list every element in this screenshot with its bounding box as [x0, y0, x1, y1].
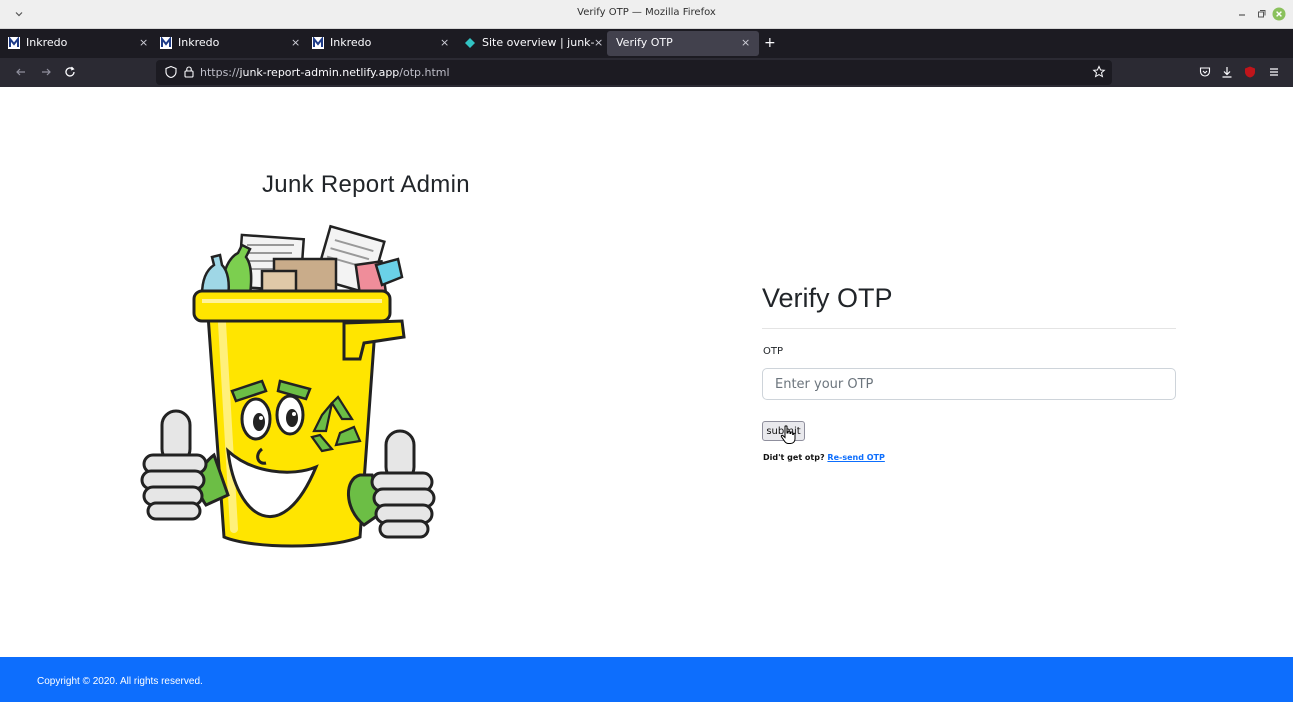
tab-label: Site overview | junk-rep [482, 36, 594, 49]
tab-close-icon[interactable]: × [741, 36, 750, 49]
resend-otp-line: Did't get otp? Re-send OTP [763, 453, 885, 462]
page-content: Junk Report Admin Verify OTP OTP Enter y… [0, 87, 1293, 702]
bookmark-star-icon[interactable] [1092, 65, 1106, 79]
tab-label: Inkredo [178, 36, 220, 49]
tab-label: Verify OTP [616, 36, 673, 49]
tab-close-icon[interactable]: × [291, 36, 300, 49]
resend-prompt: Did't get otp? [763, 453, 825, 462]
pocket-icon[interactable] [1198, 65, 1212, 79]
copyright-text: Copyright © 2020. All rights reserved. [37, 676, 203, 687]
tab-inkredo-2[interactable]: Inkredo × [152, 29, 304, 58]
hand-cursor-icon [780, 425, 796, 444]
tab-close-icon[interactable]: × [440, 36, 449, 49]
shield-icon[interactable] [164, 65, 178, 79]
tab-verify-otp[interactable]: Verify OTP × [607, 31, 759, 56]
nav-bar: https://junk-report-admin.netlify.app/ot… [0, 58, 1293, 87]
url-bar[interactable]: https://junk-report-admin.netlify.app/ot… [156, 60, 1112, 85]
url-scheme: https:// [200, 66, 240, 79]
otp-input[interactable] [762, 368, 1176, 400]
form-divider [762, 328, 1176, 329]
tab-close-icon[interactable]: × [139, 36, 148, 49]
tab-inkredo-1[interactable]: Inkredo × [0, 29, 152, 58]
otp-label: OTP [763, 346, 784, 357]
close-window-icon[interactable] [1272, 7, 1286, 21]
lock-icon[interactable] [182, 65, 196, 79]
downloads-icon[interactable] [1220, 65, 1234, 79]
inkredo-favicon-icon [8, 37, 20, 49]
brand-title: Junk Report Admin [262, 171, 470, 198]
bin-rim-graphic [192, 289, 392, 323]
hamburger-menu-icon[interactable] [1267, 65, 1281, 79]
junk-papers-graphic [200, 224, 404, 301]
ublock-extension-icon[interactable] [1243, 65, 1257, 79]
url-text: https://junk-report-admin.netlify.app/ot… [200, 66, 450, 79]
form-title: Verify OTP [762, 283, 893, 313]
back-arrow-icon[interactable] [14, 65, 28, 79]
tab-strip: Inkredo × Inkredo × Inkredo × Site overv… [0, 29, 1293, 58]
netlify-favicon-icon [465, 38, 475, 48]
reload-icon[interactable] [63, 65, 77, 79]
forward-arrow-icon[interactable] [39, 65, 53, 79]
restore-icon[interactable] [1254, 7, 1268, 21]
minimize-icon[interactable] [1235, 7, 1249, 21]
inkredo-favicon-icon [160, 37, 172, 49]
recycle-bin-mascot-illustration [140, 224, 436, 548]
tab-inkredo-3[interactable]: Inkredo × [304, 29, 456, 58]
tab-label: Inkredo [330, 36, 372, 49]
tab-site-overview[interactable]: Site overview | junk-rep × [456, 29, 606, 58]
window-title: Verify OTP — Mozilla Firefox [577, 7, 716, 18]
url-path: /otp.html [399, 66, 450, 79]
resend-otp-link[interactable]: Re-send OTP [827, 453, 884, 462]
page-footer: Copyright © 2020. All rights reserved. [0, 657, 1293, 702]
window-titlebar: Verify OTP — Mozilla Firefox [0, 0, 1293, 29]
inkredo-favicon-icon [312, 37, 324, 49]
new-tab-button[interactable]: + [764, 35, 776, 51]
tab-close-icon[interactable]: × [594, 36, 603, 49]
tab-label: Inkredo [26, 36, 68, 49]
url-host: junk-report-admin.netlify.app [239, 66, 400, 79]
